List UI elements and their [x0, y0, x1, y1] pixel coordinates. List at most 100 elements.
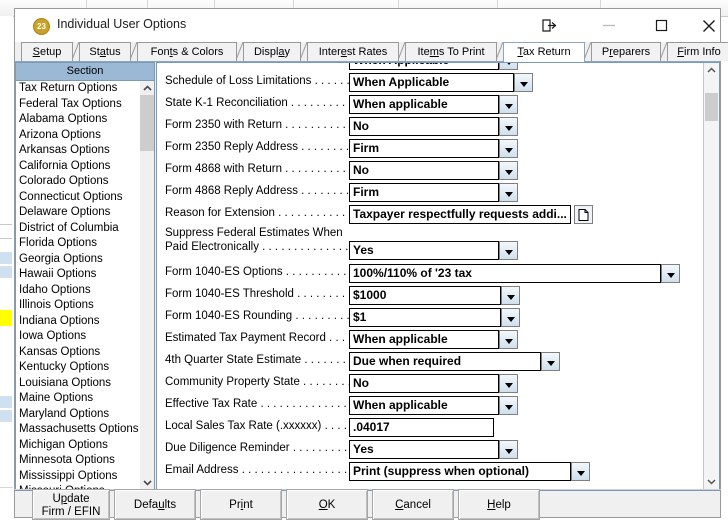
tab-tax-return[interactable]: Tax Return [503, 42, 585, 62]
field-value[interactable]: 100%/110% of '23 tax [349, 264, 661, 283]
field-value[interactable]: Taxpayer respectfully requests addi... [349, 205, 571, 224]
sidebar-item[interactable]: Tax Return Options [16, 81, 140, 97]
field-value[interactable]: Firm [349, 139, 499, 158]
sidebar-item[interactable]: Colorado Options [16, 174, 140, 190]
field-value[interactable]: Yes [349, 440, 499, 459]
sidebar-item[interactable]: Alabama Options [16, 112, 140, 128]
form-row: Suppress Federal Estimates When Paid Elec… [157, 227, 702, 263]
sidebar-item[interactable]: Kansas Options [16, 345, 140, 361]
field-value[interactable]: When Applicable [349, 73, 514, 92]
field-label: Schedule of Loss Limitations . . . . . .… [165, 75, 363, 87]
sidebar-item[interactable]: Federal Tax Options [16, 97, 140, 113]
chevron-down-icon[interactable] [501, 286, 520, 305]
scroll-thumb[interactable] [140, 95, 154, 151]
tab-strip: Setup Status Fonts & Colors Display Interest… [15, 42, 728, 62]
chevron-down-icon[interactable] [571, 462, 590, 481]
chevron-down-icon[interactable] [499, 161, 518, 180]
sidebar-item[interactable]: Massachusetts Options [16, 422, 140, 438]
sidebar-item[interactable]: Georgia Options [16, 252, 140, 268]
sidebar-item[interactable]: Maine Options [16, 391, 140, 407]
options-form-panel: When ApplicableSchedule of Loss Limitati… [156, 62, 720, 491]
tab-preparers[interactable]: Preparers [591, 42, 661, 61]
sidebar-item[interactable]: Louisiana Options [16, 376, 140, 392]
chevron-down-icon[interactable] [499, 396, 518, 415]
sidebar-item[interactable]: Indiana Options [16, 314, 140, 330]
update-firm-efin-button[interactable]: Update Firm / EFIN [32, 489, 110, 520]
field-value[interactable]: Firm [349, 183, 499, 202]
field-value[interactable]: No [349, 374, 499, 393]
tab-interest-rates[interactable]: Interest Rates [307, 42, 399, 61]
field-value[interactable]: When applicable [349, 396, 499, 415]
tab-display[interactable]: Display [243, 42, 301, 61]
close-icon[interactable] [687, 9, 728, 41]
chevron-down-icon[interactable] [541, 352, 560, 371]
defaults-button[interactable]: Defaults [114, 489, 196, 520]
tab-items-to-print[interactable]: Items To Print [405, 42, 497, 61]
sidebar-item[interactable]: Hawaii Options [16, 267, 140, 283]
sidebar-item[interactable]: Mississippi Options [16, 469, 140, 485]
field-label: Form 1040-ES Threshold . . . . . . . . .… [165, 288, 358, 300]
section-items[interactable]: Tax Return Options Federal Tax Options Ala… [16, 81, 140, 490]
sidebar-item[interactable]: California Options [16, 159, 140, 175]
sidebar-item[interactable]: Iowa Options [16, 329, 140, 345]
print-button[interactable]: Print [200, 489, 282, 520]
help-button[interactable]: Help [458, 489, 540, 520]
chevron-down-icon[interactable] [499, 95, 518, 114]
document-icon[interactable] [574, 205, 593, 224]
field-value[interactable]: When applicable [349, 330, 499, 349]
chevron-down-icon[interactable] [499, 241, 518, 260]
section-list-scrollbar[interactable] [140, 81, 154, 491]
chevron-down-icon[interactable] [501, 308, 520, 327]
chevron-down-icon[interactable] [499, 117, 518, 136]
form-row: Form 4868 Reply Address . . . . . . . . … [157, 183, 702, 205]
field-label: Form 1040-ES Options . . . . . . . . . .… [165, 266, 360, 278]
form-scrollbar[interactable] [703, 63, 719, 490]
tab-setup[interactable]: Setup [21, 42, 73, 61]
chevron-down-icon[interactable] [499, 440, 518, 459]
sidebar-item[interactable]: Idaho Options [16, 283, 140, 299]
chevron-down-icon[interactable] [499, 183, 518, 202]
field-value[interactable]: $1000 [349, 286, 501, 305]
form-scroll-up-icon[interactable] [704, 63, 719, 78]
scroll-up-icon[interactable] [140, 81, 154, 95]
chevron-down-icon[interactable] [499, 374, 518, 393]
sidebar-item[interactable]: Kentucky Options [16, 360, 140, 376]
sidebar-item[interactable]: Michigan Options [16, 438, 140, 454]
sidebar-item[interactable]: Illinois Options [16, 298, 140, 314]
field-value[interactable]: Print (suppress when optional) [349, 462, 571, 481]
field-value[interactable]: Due when required [349, 352, 541, 371]
chevron-down-icon[interactable] [499, 330, 518, 349]
field-value[interactable]: No [349, 161, 499, 180]
chevron-down-icon[interactable] [514, 73, 533, 92]
tab-firm-info[interactable]: Firm Info [667, 42, 728, 61]
form-row: Form 1040-ES Rounding . . . . . . . . . … [157, 308, 702, 330]
field-value[interactable]: .04017 [349, 418, 494, 437]
tab-fonts-colors[interactable]: Fonts & Colors [137, 42, 237, 61]
field-value[interactable]: $1 [349, 308, 501, 327]
minimize-icon[interactable] [587, 9, 631, 41]
sidebar-item[interactable]: Connecticut Options [16, 190, 140, 206]
sidebar-item[interactable]: Delaware Options [16, 205, 140, 221]
clipped-field-value[interactable]: When Applicable [349, 63, 499, 70]
chevron-down-icon[interactable] [499, 63, 518, 70]
sidebar-item[interactable]: Maryland Options [16, 407, 140, 423]
scroll-down-icon[interactable] [140, 475, 154, 489]
chevron-down-icon[interactable] [499, 139, 518, 158]
field-value[interactable]: No [349, 117, 499, 136]
field-value[interactable]: When applicable [349, 95, 499, 114]
ok-button[interactable]: OK [286, 489, 368, 520]
form-scroll-down-icon[interactable] [704, 474, 719, 489]
sidebar-item[interactable]: Florida Options [16, 236, 140, 252]
maximize-icon[interactable] [639, 9, 683, 41]
restore-down-icon[interactable] [527, 9, 571, 41]
chevron-down-icon[interactable] [661, 264, 680, 283]
sidebar-item[interactable]: Arizona Options [16, 128, 140, 144]
form-scroll-thumb[interactable] [705, 93, 718, 121]
tab-status[interactable]: Status [79, 42, 131, 61]
sidebar-item[interactable]: Minnesota Options [16, 453, 140, 469]
sidebar-item[interactable]: Arkansas Options [16, 143, 140, 159]
field-value[interactable]: Yes [349, 241, 499, 260]
cancel-button[interactable]: Cancel [372, 489, 454, 520]
form-row: Form 1040-ES Threshold . . . . . . . . .… [157, 286, 702, 308]
sidebar-item[interactable]: District of Columbia [16, 221, 140, 237]
